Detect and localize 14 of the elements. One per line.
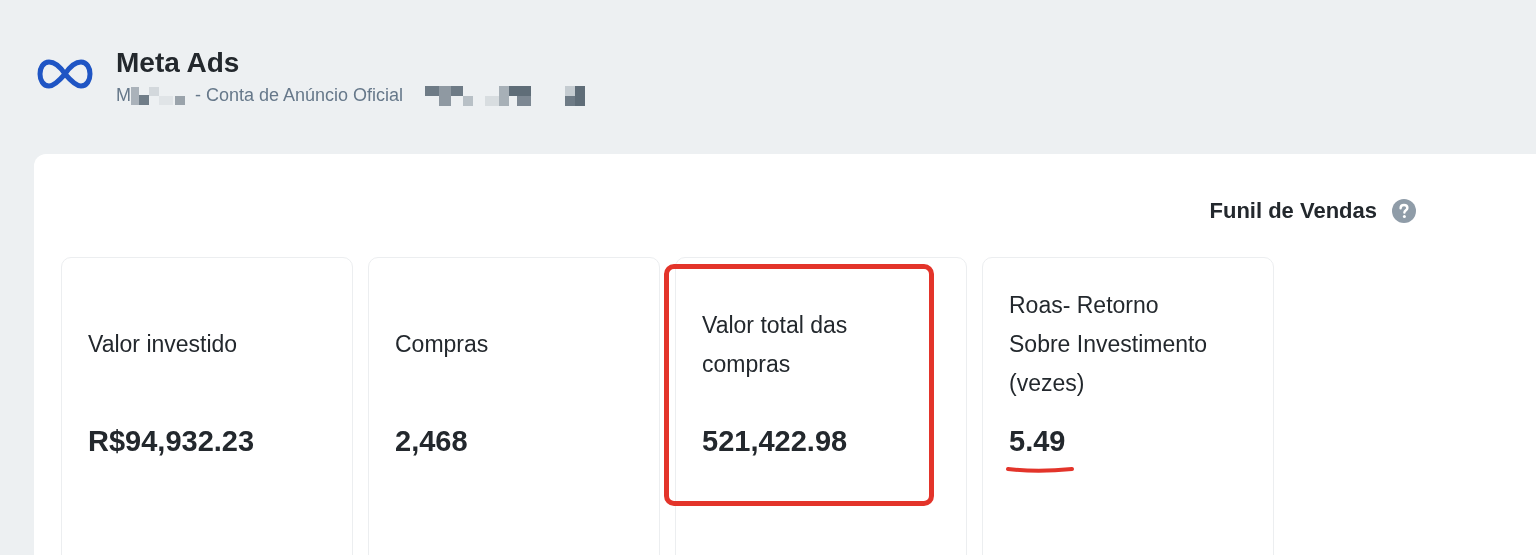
infinity-logo-icon	[37, 59, 93, 89]
help-icon[interactable]	[1392, 199, 1416, 223]
metric-value: 2,468	[395, 425, 468, 457]
app-title: Meta Ads	[116, 46, 241, 80]
metric-label: Valor investido	[88, 330, 239, 359]
account-subtitle: - Conta de Anúncio Oficial	[195, 85, 404, 106]
metric-value: R$94,932.23	[88, 425, 255, 457]
section-title: Funil de Vendas	[1209, 198, 1377, 224]
metric-label: Compras	[395, 330, 490, 359]
metric-value: 5.49	[1009, 425, 1066, 457]
metric-label: Valor total das compras	[702, 310, 849, 379]
metric-label: Roas- Retorno Sobre Investimento (vezes)	[1009, 291, 1209, 398]
metric-value: 521,422.98	[702, 425, 848, 457]
account-initial: M	[116, 85, 131, 106]
